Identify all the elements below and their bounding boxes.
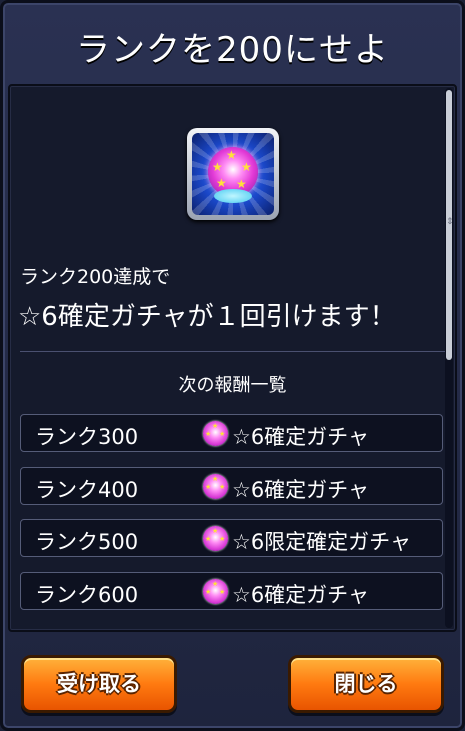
grip-icon: ⇕	[446, 217, 454, 227]
reward-name: ☆6確定ガチャ	[232, 583, 369, 607]
gacha-ball-icon: ★ ★ ★ ★ ★	[187, 128, 279, 220]
next-rewards-header: 次の報酬一覧	[178, 375, 287, 396]
reward-name: ☆6限定確定ガチャ	[232, 530, 411, 554]
list-item: ランク600 ★ ★ ★ ☆6確定ガチャ	[20, 572, 443, 610]
reward-rank: ランク400	[35, 478, 139, 502]
receive-button-label: 受け取る	[57, 672, 141, 696]
scrollbar[interactable]: ⇕	[445, 88, 454, 628]
dialog-title: ランクを200にせよ	[76, 30, 389, 70]
gacha-ball-icon: ★ ★ ★	[203, 474, 228, 499]
reward-rank: ランク300	[35, 425, 139, 449]
reward-rank: ランク600	[35, 583, 139, 607]
gacha-ball-icon: ★ ★ ★	[203, 526, 228, 551]
gacha-ball-icon: ★ ★ ★	[203, 421, 228, 446]
divider	[20, 351, 446, 352]
close-button-label: 閉じる	[334, 672, 398, 696]
list-item: ランク500 ★ ★ ★ ☆6限定確定ガチャ	[20, 519, 443, 557]
mission-panel: ★ ★ ★ ★ ★ ランク200達成で ☆6確定ガチャが１回引けます！ 次の報酬…	[8, 84, 457, 632]
reward-rank: ランク500	[35, 530, 139, 554]
receive-button[interactable]: 受け取る	[21, 655, 177, 713]
gacha-ball-icon: ★ ★ ★	[203, 579, 228, 604]
scroll-thumb[interactable]: ⇕	[446, 90, 454, 360]
list-item: ランク400 ★ ★ ★ ☆6確定ガチャ	[20, 467, 443, 505]
reward-name: ☆6確定ガチャ	[232, 425, 369, 449]
list-item: ランク300 ★ ★ ★ ☆6確定ガチャ	[20, 414, 443, 452]
reward-name: ☆6確定ガチャ	[232, 478, 369, 502]
reward-description: ☆6確定ガチャが１回引けます！	[18, 302, 396, 332]
close-button[interactable]: 閉じる	[288, 655, 444, 713]
reward-condition: ランク200達成で	[20, 266, 171, 288]
